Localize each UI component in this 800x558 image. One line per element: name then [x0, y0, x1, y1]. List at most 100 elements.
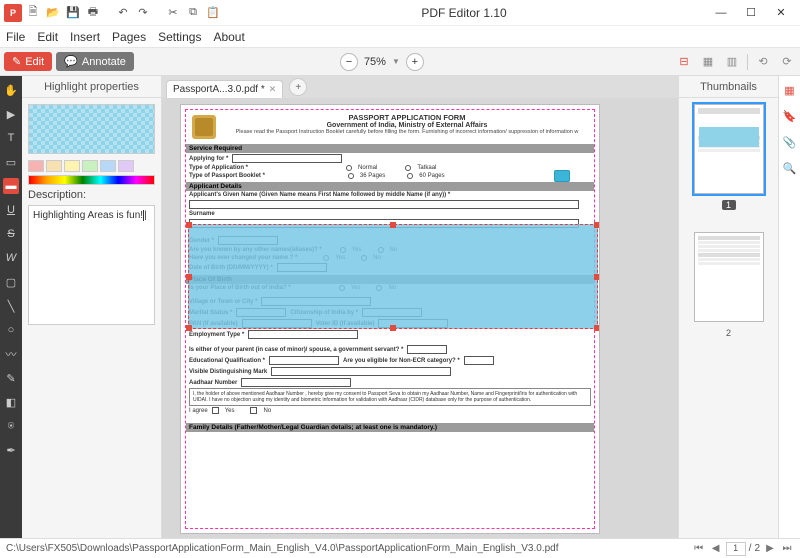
menu-settings[interactable]: Settings: [158, 30, 201, 44]
tab-label: PassportA...3.0.pdf *: [173, 84, 265, 95]
cut-icon[interactable]: ✂: [164, 4, 182, 22]
document-tab[interactable]: PassportA...3.0.pdf * ✕: [166, 80, 283, 98]
first-page-button[interactable]: ⏮: [692, 542, 706, 556]
thumbnails-title: Thumbnails: [679, 76, 778, 98]
rect-tool-icon[interactable]: ▢: [3, 274, 19, 290]
save-icon[interactable]: 💾: [64, 4, 82, 22]
consent-note: I, the holder of above mentioned Aadhaar…: [189, 388, 591, 406]
form-subtitle: Government of India, Ministry of Externa…: [220, 122, 594, 129]
properties-title: Highlight properties: [22, 76, 161, 98]
line-tool-icon[interactable]: ╲: [3, 298, 19, 314]
close-button[interactable]: ✕: [766, 0, 796, 26]
section-family: Family Details (Father/Mother/Legal Guar…: [186, 423, 594, 432]
highlight-tool-icon[interactable]: ▬: [3, 178, 19, 194]
rotate-right-icon[interactable]: ⟳: [778, 53, 796, 71]
new-icon[interactable]: 🗎: [24, 4, 42, 22]
circle-tool-icon[interactable]: ○: [3, 322, 19, 338]
menu-about[interactable]: About: [213, 30, 244, 44]
new-tab-button[interactable]: +: [289, 78, 307, 96]
swatch-1[interactable]: [28, 160, 44, 172]
tab-close-icon[interactable]: ✕: [269, 84, 277, 95]
document-viewport[interactable]: PASSPORT APPLICATION FORM Government of …: [162, 98, 678, 538]
redo-icon[interactable]: ↷: [134, 4, 152, 22]
description-label: Description:: [22, 185, 161, 205]
last-page-button[interactable]: ⏭: [780, 542, 794, 556]
window-title: PDF Editor 1.10: [222, 6, 706, 20]
prev-page-button[interactable]: ◀: [709, 542, 723, 556]
strike-tool-icon[interactable]: S: [3, 226, 19, 242]
section-service: Service Required: [186, 144, 594, 153]
page-1: PASSPORT APPLICATION FORM Government of …: [180, 104, 600, 534]
edit-mode-button[interactable]: ✎ Edit: [4, 52, 52, 71]
search-icon[interactable]: 🔍: [782, 160, 798, 176]
color-swatches: [22, 160, 161, 172]
bookmarks-icon[interactable]: 🔖: [782, 108, 798, 124]
thumbnail-2[interactable]: [694, 232, 764, 322]
highlight-preview: [28, 104, 155, 154]
section-applicant: Applicant Details: [186, 182, 594, 191]
thumbnail-1[interactable]: [694, 104, 764, 194]
select-tool-icon[interactable]: ▶: [3, 106, 19, 122]
zoom-out-button[interactable]: −: [340, 53, 358, 71]
right-strip: ▦ 🔖 📎 🔍: [778, 76, 800, 538]
thumbnails-toggle-icon[interactable]: ▦: [782, 82, 798, 98]
menu-insert[interactable]: Insert: [70, 30, 100, 44]
menu-file[interactable]: File: [6, 30, 25, 44]
zoom-value[interactable]: 75%: [364, 56, 386, 68]
titlebar: P 🗎 📂 💾 🖶 ↶ ↷ ✂ ⧉ 📋 PDF Editor 1.10 — ☐ …: [0, 0, 800, 26]
swatch-6[interactable]: [118, 160, 134, 172]
two-page-icon[interactable]: ▦: [699, 53, 717, 71]
rotate-left-icon[interactable]: ⟲: [754, 53, 772, 71]
maximize-button[interactable]: ☐: [736, 0, 766, 26]
squiggly-tool-icon[interactable]: W: [3, 250, 19, 266]
copy-icon[interactable]: ⧉: [184, 4, 202, 22]
comment-indicator-icon[interactable]: [554, 170, 570, 182]
swatch-2[interactable]: [46, 160, 62, 172]
open-icon[interactable]: 📂: [44, 4, 62, 22]
form-title: PASSPORT APPLICATION FORM: [220, 113, 594, 122]
toolbar: ✎ Edit 💬 Annotate − 75% ▼ + ⊟ ▦ ▥ ⟲ ⟳: [0, 48, 800, 76]
thumb-2-label: 2: [679, 328, 778, 338]
stamp-tool-icon[interactable]: ⍟: [3, 418, 19, 434]
freehand-tool-icon[interactable]: 〰: [3, 346, 19, 362]
attachments-icon[interactable]: 📎: [782, 134, 798, 150]
menubar: File Edit Insert Pages Settings About: [0, 26, 800, 48]
page-width-icon[interactable]: ⊟: [675, 53, 693, 71]
tool-strip: ✋ ▶ T ▭ ▬ U S W ▢ ╲ ○ 〰 ✎ ◧ ⍟ ✒: [0, 76, 22, 538]
color-picker[interactable]: [28, 175, 155, 185]
signature-tool-icon[interactable]: ✒: [3, 442, 19, 458]
paste-icon[interactable]: 📋: [204, 4, 222, 22]
menu-edit[interactable]: Edit: [37, 30, 58, 44]
next-page-button[interactable]: ▶: [763, 542, 777, 556]
underline-tool-icon[interactable]: U: [3, 202, 19, 218]
hand-tool-icon[interactable]: ✋: [3, 82, 19, 98]
annotate-mode-button[interactable]: 💬 Annotate: [56, 52, 134, 71]
note-tool-icon[interactable]: ▭: [3, 154, 19, 170]
thumbnails-panel: Thumbnails 1 2: [678, 76, 778, 538]
page-input[interactable]: 1: [726, 542, 746, 556]
eraser-tool-icon[interactable]: ◧: [3, 394, 19, 410]
undo-icon[interactable]: ↶: [114, 4, 132, 22]
description-input[interactable]: Highlighting Areas is fun!|: [28, 205, 155, 325]
main: ✋ ▶ T ▭ ▬ U S W ▢ ╲ ○ 〰 ✎ ◧ ⍟ ✒ Highligh…: [0, 76, 800, 538]
text-tool-icon[interactable]: T: [3, 130, 19, 146]
status-bar: C:\Users\FX505\Downloads\PassportApplica…: [0, 538, 800, 558]
highlight-selection[interactable]: [188, 224, 598, 329]
page-total: 2: [754, 543, 760, 554]
tab-bar: PassportA...3.0.pdf * ✕ +: [162, 76, 678, 98]
swatch-5[interactable]: [100, 160, 116, 172]
grid-icon[interactable]: ▥: [723, 53, 741, 71]
print-icon[interactable]: 🖶: [84, 4, 102, 22]
swatch-4[interactable]: [82, 160, 98, 172]
pencil-tool-icon[interactable]: ✎: [3, 370, 19, 386]
app-icon: P: [4, 4, 22, 22]
swatch-3[interactable]: [64, 160, 80, 172]
zoom-in-button[interactable]: +: [406, 53, 424, 71]
file-path: C:\Users\FX505\Downloads\PassportApplica…: [6, 543, 686, 554]
properties-panel: Highlight properties Description: Highli…: [22, 76, 162, 538]
menu-pages[interactable]: Pages: [112, 30, 146, 44]
minimize-button[interactable]: —: [706, 0, 736, 26]
zoom-controls: − 75% ▼ +: [340, 53, 424, 71]
thumb-1-label: 1: [722, 200, 736, 210]
page-nav: ⏮ ◀ 1 / 2 ▶ ⏭: [692, 542, 794, 556]
